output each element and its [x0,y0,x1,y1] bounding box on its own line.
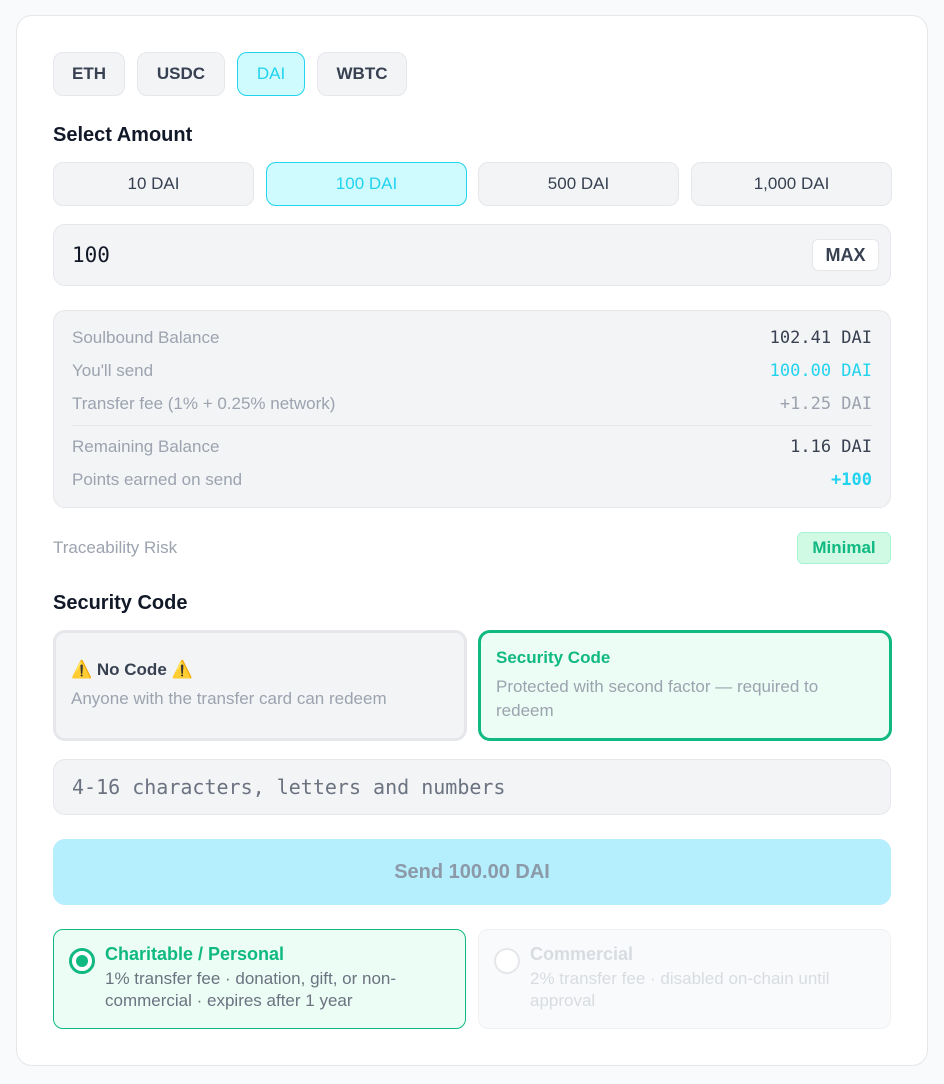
security-code-desc: Protected with second factor — required … [496,677,819,720]
summary-row-remaining: Remaining Balance 1.16 DAI [72,435,872,459]
amount-preset-1000[interactable]: 1,000 DAI [691,162,892,206]
risk-badge: Minimal [797,532,891,564]
points-label: Points earned on send [72,470,243,489]
amount-preset-500[interactable]: 500 DAI [478,162,679,206]
security-code-input[interactable] [53,759,891,815]
commercial-desc: 2% transfer fee · disabled on-chain unti… [530,969,830,1010]
send-label: You'll send [72,361,154,380]
balance-value: 102.41 DAI [769,328,872,348]
summary-row-send: You'll send 100.00 DAI [72,359,872,383]
commercial-radio-icon [494,948,520,974]
send-value: 100.00 DAI [769,361,872,381]
summary-divider [72,425,872,426]
no-code-title: ⚠️ No Code ⚠️ [71,660,193,679]
no-code-desc: Anyone with the transfer card can redeem [71,689,387,708]
token-tab-usdc[interactable]: USDC [137,52,225,96]
summary-row-balance: Soulbound Balance 102.41 DAI [72,326,872,350]
summary-row-points: Points earned on send +100 [72,468,872,492]
commercial-title: Commercial [530,944,634,964]
fee-value: +1.25 DAI [779,394,872,414]
charitable-personal-option[interactable]: Charitable / Personal 1% transfer fee · … [53,929,466,1029]
remaining-label: Remaining Balance [72,437,220,456]
max-button[interactable]: MAX [812,239,879,271]
token-tab-wbtc[interactable]: WBTC [317,52,407,96]
traceability-risk-label: Traceability Risk [53,538,178,557]
select-amount-heading: Select Amount [53,124,193,146]
fee-label: Transfer fee (1% + 0.25% network) [72,394,336,413]
token-tab-dai[interactable]: DAI [237,52,305,96]
amount-input[interactable]: 100 MAX [53,224,891,286]
token-tab-eth[interactable]: ETH [53,52,125,96]
charity-desc: 1% transfer fee · donation, gift, or non… [105,969,397,1010]
transfer-summary: Soulbound Balance 102.41 DAI You'll send… [53,310,891,508]
remaining-value: 1.16 DAI [790,437,872,457]
security-code-heading: Security Code [53,592,188,614]
balance-label: Soulbound Balance [72,328,220,347]
summary-row-fee: Transfer fee (1% + 0.25% network) +1.25 … [72,392,872,416]
charity-radio-icon[interactable] [69,948,95,974]
send-button[interactable]: Send 100.00 DAI [53,839,891,905]
charity-title: Charitable / Personal [105,944,285,964]
amount-value[interactable]: 100 [72,243,110,267]
points-value: +100 [831,470,872,490]
security-code-title: Security Code [496,648,611,667]
commercial-option: Commercial 2% transfer fee · disabled on… [478,929,891,1029]
no-code-option[interactable]: ⚠️ No Code ⚠️ Anyone with the transfer c… [53,630,467,741]
security-code-option[interactable]: Security Code Protected with second fact… [478,630,892,741]
amount-preset-100[interactable]: 100 DAI [266,162,467,206]
amount-preset-10[interactable]: 10 DAI [53,162,254,206]
send-card: ETH USDC DAI WBTC Select Amount 10 DAI 1… [16,15,928,1066]
